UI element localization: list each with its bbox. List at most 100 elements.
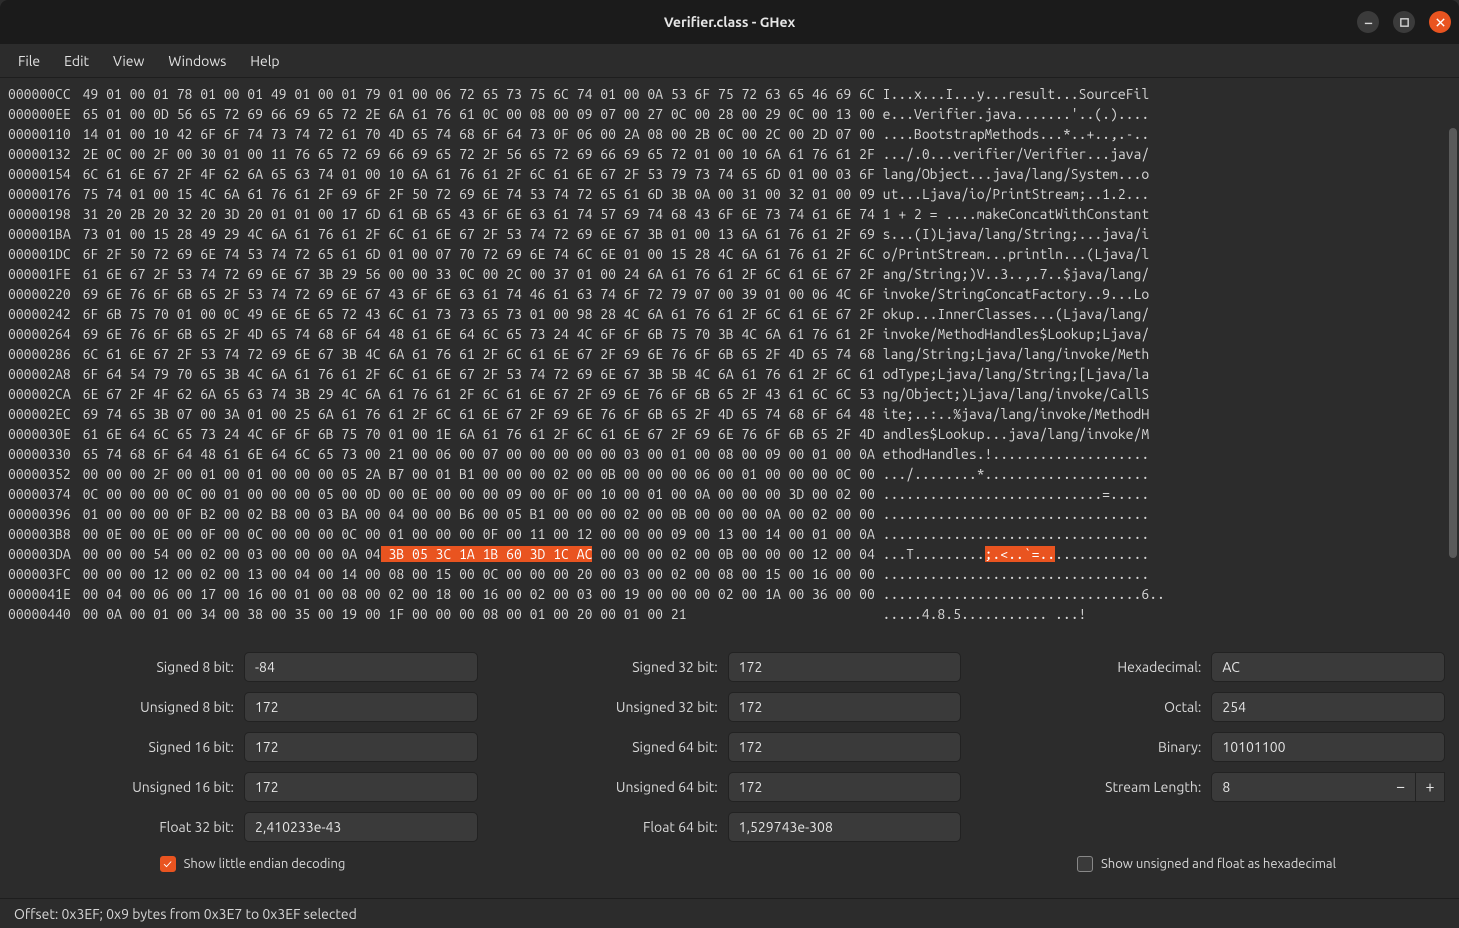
hex-bytes[interactable]: 6F 64 54 79 70 65 3B 4C 6A 61 76 61 2F 6… [75, 366, 875, 382]
stepper-plus[interactable]: + [1415, 772, 1445, 802]
hex-bytes[interactable]: 69 74 65 3B 07 00 3A 01 00 25 6A 61 76 6… [75, 406, 875, 422]
hex-row[interactable]: 000002CA 6E 67 2F 4F 62 6A 65 63 74 3B 2… [8, 384, 1451, 404]
hex-bytes[interactable]: 6F 2F 50 72 69 6E 74 53 74 72 65 61 6D 0… [75, 246, 875, 262]
hex-bytes[interactable]: 14 01 00 10 42 6F 6F 74 73 74 72 61 70 4… [75, 126, 875, 142]
hex-row[interactable]: 00000242 6F 6B 75 70 01 00 0C 49 6E 6E 6… [8, 304, 1451, 324]
hex-row[interactable]: 00000154 6C 61 6E 67 2F 4F 62 6A 65 63 7… [8, 164, 1451, 184]
hex-bytes[interactable]: 69 6E 76 6F 6B 65 2F 4D 65 74 68 6F 64 4… [75, 326, 875, 342]
inspector-value[interactable]: 1,529743e-308 [728, 812, 962, 842]
hex-bytes[interactable]: 73 01 00 15 28 49 29 4C 6A 61 76 61 2F 6… [75, 226, 875, 242]
hex-row[interactable]: 00000440 00 0A 00 01 00 34 00 38 00 35 0… [8, 604, 1451, 624]
hex-bytes[interactable]: 00 0E 00 0E 00 0F 00 0C 00 00 00 0C 00 0… [75, 526, 875, 542]
stepper-minus[interactable]: − [1386, 772, 1416, 802]
hex-bytes[interactable]: 6C 61 6E 67 2F 53 74 72 69 6E 67 3B 4C 6… [75, 346, 875, 362]
hex-row[interactable]: 000003FC 00 00 00 12 00 02 00 13 00 04 0… [8, 564, 1451, 584]
little-endian-checkbox-row[interactable]: Show little endian decoding [14, 856, 491, 872]
inspector-value[interactable]: 254 [1211, 692, 1445, 722]
hex-bytes[interactable]: 00 00 00 54 00 02 00 03 00 00 00 0A 04 3… [75, 546, 875, 562]
hex-bytes[interactable]: 49 01 00 01 78 01 00 01 49 01 00 01 79 0… [75, 86, 875, 102]
hex-row[interactable]: 000003B8 00 0E 00 0E 00 0F 00 0C 00 00 0… [8, 524, 1451, 544]
menu-item-file[interactable]: File [8, 49, 50, 73]
inspector-value[interactable]: 172 [244, 692, 478, 722]
close-button[interactable] [1429, 11, 1451, 33]
inspector-value[interactable]: 2,410233e-43 [244, 812, 478, 842]
hex-ascii[interactable]: s...(I)Ljava/lang/String;...java/i [875, 226, 1149, 242]
unsigned-hex-checkbox-row[interactable]: Show unsigned and float as hexadecimal [968, 856, 1445, 872]
menu-item-windows[interactable]: Windows [158, 49, 236, 73]
hex-ascii[interactable]: 1 + 2 = ....makeConcatWithConstant [875, 206, 1149, 222]
inspector-value[interactable]: 8 [1211, 772, 1387, 802]
hex-bytes[interactable]: 6C 61 6E 67 2F 4F 62 6A 65 63 74 01 00 1… [75, 166, 875, 182]
hex-ascii[interactable]: .................................. [875, 506, 1149, 522]
hex-ascii[interactable]: ut...Ljava/io/PrintStream;..1.2... [875, 186, 1149, 202]
hex-ascii[interactable]: e...Verifier.java.......'..(.).... [875, 106, 1149, 122]
hex-bytes[interactable]: 31 20 2B 20 32 20 3D 20 01 01 00 17 6D 6… [75, 206, 875, 222]
hex-row[interactable]: 000003DA 00 00 00 54 00 02 00 03 00 00 0… [8, 544, 1451, 564]
hex-bytes[interactable]: 6F 6B 75 70 01 00 0C 49 6E 6E 65 72 43 6… [75, 306, 875, 322]
hex-bytes[interactable]: 61 6E 64 6C 65 73 24 4C 6F 6F 6B 75 70 0… [75, 426, 875, 442]
hex-row[interactable]: 00000286 6C 61 6E 67 2F 53 74 72 69 6E 6… [8, 344, 1451, 364]
hex-row[interactable]: 000001BA 73 01 00 15 28 49 29 4C 6A 61 7… [8, 224, 1451, 244]
hex-ascii[interactable]: .................................6.. [875, 586, 1165, 602]
hex-ascii[interactable]: I...x...I...y...result...SourceFil [875, 86, 1149, 102]
hex-ascii[interactable]: invoke/MethodHandles$Lookup;Ljava/ [875, 326, 1149, 342]
hex-bytes[interactable]: 00 0A 00 01 00 34 00 38 00 35 00 19 00 1… [75, 606, 687, 622]
menu-item-view[interactable]: View [103, 49, 154, 73]
hex-ascii[interactable]: .../.0...verifier/Verifier...java/ [875, 146, 1149, 162]
hex-row[interactable]: 00000198 31 20 2B 20 32 20 3D 20 01 01 0… [8, 204, 1451, 224]
hex-view[interactable]: 000000CC 49 01 00 01 78 01 00 01 49 01 0… [0, 78, 1459, 634]
hex-row[interactable]: 000002A8 6F 64 54 79 70 65 3B 4C 6A 61 7… [8, 364, 1451, 384]
hex-row[interactable]: 00000396 01 00 00 00 0F B2 00 02 B8 00 0… [8, 504, 1451, 524]
hex-row[interactable]: 00000220 69 6E 76 6F 6B 65 2F 53 74 72 6… [8, 284, 1451, 304]
hex-row[interactable]: 0000041E 00 04 00 06 00 17 00 16 00 01 0… [8, 584, 1451, 604]
hex-bytes[interactable]: 6E 67 2F 4F 62 6A 65 63 74 3B 29 4C 6A 6… [75, 386, 875, 402]
hex-ascii[interactable]: ethodHandles.!.................... [875, 446, 1149, 462]
inspector-value[interactable]: 172 [728, 732, 962, 762]
hex-ascii[interactable]: ...T.........;.<..`=.............. [875, 546, 1149, 562]
inspector-value[interactable]: 10101100 [1211, 732, 1445, 762]
hex-row[interactable]: 000001DC 6F 2F 50 72 69 6E 74 53 74 72 6… [8, 244, 1451, 264]
inspector-value[interactable]: 172 [728, 692, 962, 722]
hex-ascii[interactable]: ....BootstrapMethods...*..+..,.-.. [875, 126, 1149, 142]
unsigned-hex-checkbox[interactable] [1077, 856, 1093, 872]
inspector-value[interactable]: 172 [244, 732, 478, 762]
hex-bytes[interactable]: 00 04 00 06 00 17 00 16 00 01 00 08 00 0… [75, 586, 875, 602]
hex-ascii[interactable]: andles$Lookup...java/lang/invoke/M [875, 426, 1149, 442]
hex-row[interactable]: 000000EE 65 01 00 0D 56 65 72 69 66 69 6… [8, 104, 1451, 124]
hex-ascii[interactable]: lang/String;Ljava/lang/invoke/Meth [875, 346, 1149, 362]
inspector-value[interactable]: 172 [728, 772, 962, 802]
hex-ascii[interactable]: odType;Ljava/lang/String;[Ljava/la [875, 366, 1149, 382]
hex-row[interactable]: 000000CC 49 01 00 01 78 01 00 01 49 01 0… [8, 84, 1451, 104]
hex-bytes[interactable]: 61 6E 67 2F 53 74 72 69 6E 67 3B 29 56 0… [75, 266, 875, 282]
hex-ascii[interactable]: ............................=..... [875, 486, 1149, 502]
hex-ascii[interactable]: okup...InnerClasses...(Ljava/lang/ [875, 306, 1149, 322]
hex-bytes[interactable]: 2E 0C 00 2F 00 30 01 00 11 76 65 72 69 6… [75, 146, 875, 162]
minimize-button[interactable] [1357, 11, 1379, 33]
hex-ascii[interactable]: ng/Object;)Ljava/lang/invoke/CallS [875, 386, 1149, 402]
hex-ascii[interactable]: ang/String;)V..3..,.7..$java/lang/ [875, 266, 1149, 282]
hex-row[interactable]: 00000132 2E 0C 00 2F 00 30 01 00 11 76 6… [8, 144, 1451, 164]
hex-row[interactable]: 000002EC 69 74 65 3B 07 00 3A 01 00 25 6… [8, 404, 1451, 424]
hex-bytes[interactable]: 65 01 00 0D 56 65 72 69 66 69 65 72 2E 6… [75, 106, 875, 122]
menu-item-help[interactable]: Help [240, 49, 289, 73]
inspector-value[interactable]: 172 [244, 772, 478, 802]
inspector-value[interactable]: AC [1211, 652, 1445, 682]
hex-row[interactable]: 00000264 69 6E 76 6F 6B 65 2F 4D 65 74 6… [8, 324, 1451, 344]
scrollbar-vertical[interactable] [1449, 88, 1457, 624]
stream-length-stepper[interactable]: 8−+ [1211, 772, 1445, 802]
hex-ascii[interactable]: .................................. [875, 566, 1149, 582]
maximize-button[interactable] [1393, 11, 1415, 33]
hex-bytes[interactable]: 00 00 00 2F 00 01 00 01 00 00 00 05 2A B… [75, 466, 875, 482]
little-endian-checkbox[interactable] [160, 856, 176, 872]
hex-ascii[interactable]: o/PrintStream...println...(Ljava/l [875, 246, 1149, 262]
hex-row[interactable]: 00000330 65 74 68 6F 64 48 61 6E 64 6C 6… [8, 444, 1451, 464]
hex-row[interactable]: 00000352 00 00 00 2F 00 01 00 01 00 00 0… [8, 464, 1451, 484]
hex-row[interactable]: 00000374 0C 00 00 00 0C 00 01 00 00 00 0… [8, 484, 1451, 504]
scrollbar-thumb[interactable] [1449, 128, 1457, 558]
hex-bytes[interactable]: 0C 00 00 00 0C 00 01 00 00 00 05 00 0D 0… [75, 486, 875, 502]
hex-row[interactable]: 00000110 14 01 00 10 42 6F 6F 74 73 74 7… [8, 124, 1451, 144]
hex-bytes[interactable]: 69 6E 76 6F 6B 65 2F 53 74 72 69 6E 67 4… [75, 286, 875, 302]
hex-row[interactable]: 000001FE 61 6E 67 2F 53 74 72 69 6E 67 3… [8, 264, 1451, 284]
inspector-value[interactable]: 172 [728, 652, 962, 682]
hex-ascii[interactable]: ite;..:..%java/lang/invoke/MethodH [875, 406, 1149, 422]
